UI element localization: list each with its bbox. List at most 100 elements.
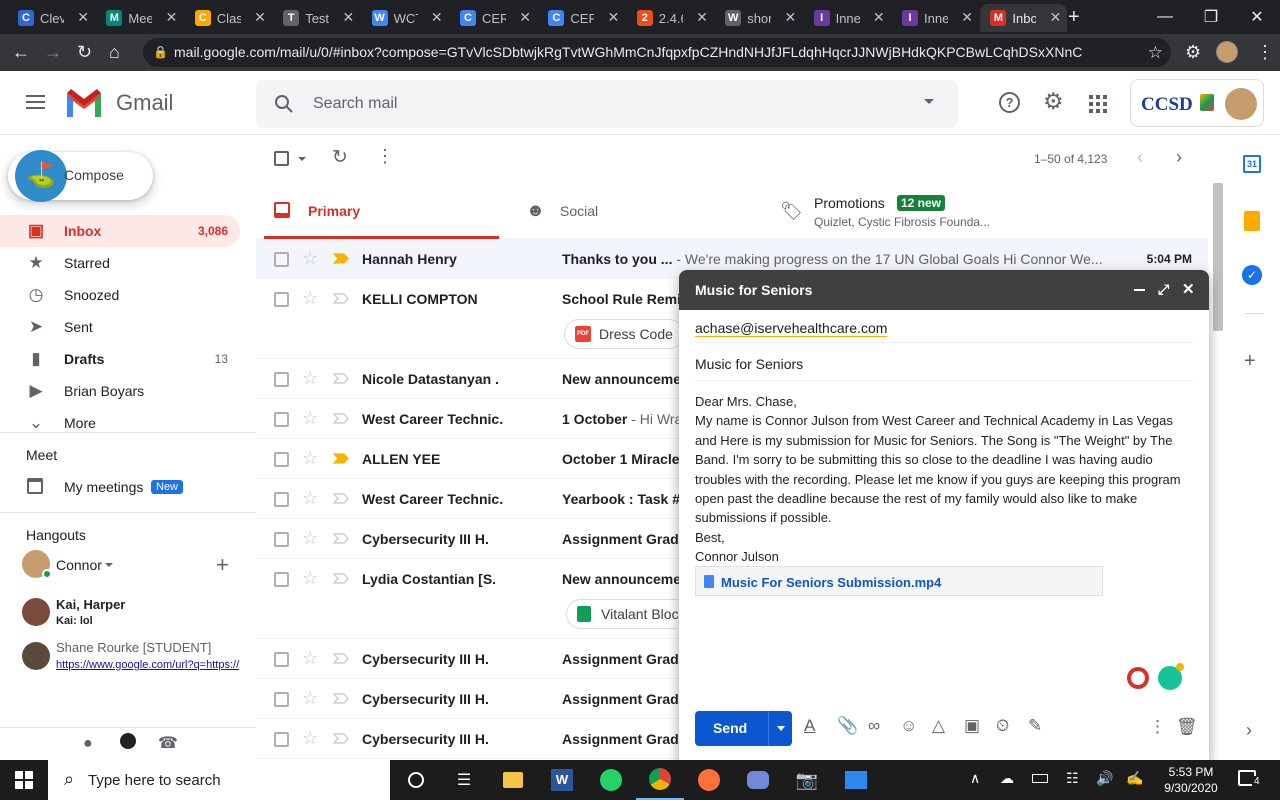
attach-file-icon[interactable]: 📎: [837, 716, 858, 736]
tray-overflow-icon[interactable]: ∧: [970, 770, 980, 787]
sidebar-item-snoozed[interactable]: ◷ Snoozed: [0, 279, 240, 311]
whatsapp-icon[interactable]: [587, 760, 635, 800]
get-addons-icon[interactable]: +: [1244, 350, 1256, 373]
importance-marker-icon[interactable]: [333, 493, 349, 504]
address-bar[interactable]: 🔒 mail.google.com/mail/u/0/#inbox?compos…: [143, 38, 1171, 67]
importance-marker-icon[interactable]: [333, 253, 349, 264]
contacts-tab-icon[interactable]: ●: [83, 735, 93, 753]
restore-window-button[interactable]: ❐: [1188, 0, 1234, 34]
chat-preview-link[interactable]: https://www.google.com/url?q=https://: [56, 659, 240, 671]
profile-avatar[interactable]: [1216, 41, 1238, 63]
prev-page-icon[interactable]: ‹: [1137, 147, 1143, 168]
compose-button[interactable]: ⛳ Compose: [8, 150, 153, 202]
row-checkbox[interactable]: [274, 452, 289, 467]
forward-icon[interactable]: →: [44, 42, 62, 63]
hangouts-user[interactable]: Connor +: [22, 550, 242, 580]
close-tab-icon[interactable]: ✕: [166, 9, 178, 26]
row-checkbox[interactable]: [274, 292, 289, 307]
clock[interactable]: 5:53 PM 9/30/2020: [1158, 764, 1224, 796]
row-checkbox[interactable]: [274, 532, 289, 547]
firefox-app-icon[interactable]: [685, 760, 733, 800]
volume-icon[interactable]: 🔊: [1096, 770, 1113, 787]
row-checkbox[interactable]: [274, 692, 289, 707]
close-tab-icon[interactable]: ✕: [873, 9, 885, 26]
browser-tab[interactable]: C CER ✕: [450, 4, 537, 32]
tab-primary[interactable]: Primary: [264, 185, 499, 239]
my-meetings-item[interactable]: My meetings New: [0, 475, 240, 499]
row-checkbox[interactable]: [274, 572, 289, 587]
search-input[interactable]: Search mail: [313, 95, 397, 113]
star-icon[interactable]: ☆: [302, 408, 318, 429]
insert-photo-icon[interactable]: ▣: [964, 716, 980, 736]
taskbar-search[interactable]: ⌕ Type here to search: [48, 760, 390, 800]
attachment-preview-chip[interactable]: PDF Dress Code: [564, 319, 684, 349]
calendar-app-icon[interactable]: 31: [1243, 155, 1261, 173]
importance-marker-icon[interactable]: [333, 653, 349, 664]
extensions-icon[interactable]: ⚙: [1185, 42, 1201, 63]
hangouts-chat[interactable]: Shane Rourke [STUDENT] https://www.googl…: [22, 639, 242, 673]
back-icon[interactable]: ←: [12, 42, 30, 63]
start-button[interactable]: [0, 760, 48, 800]
sidebar-item-more[interactable]: ⌄ More: [0, 407, 240, 439]
recipient-chip[interactable]: achase@iservehealthcare.com: [695, 320, 888, 337]
action-center-icon[interactable]: 4: [1238, 770, 1262, 787]
close-tab-icon[interactable]: ✕: [77, 9, 89, 26]
browser-tab[interactable]: 2 2.4.6 ✕: [627, 4, 714, 32]
search-bar[interactable]: Search mail: [256, 80, 958, 128]
close-tab-icon[interactable]: ✕: [784, 9, 796, 26]
taskbar-search-input[interactable]: Type here to search: [88, 772, 221, 789]
help-icon[interactable]: ?: [999, 92, 1020, 113]
close-window-button[interactable]: ✕: [1234, 0, 1280, 34]
main-scrollbar-thumb[interactable]: [1213, 183, 1223, 331]
reload-icon[interactable]: ↻: [77, 42, 92, 63]
pen-workspace-icon[interactable]: ✍: [1126, 770, 1143, 787]
sidebar-item-inbox[interactable]: ▣ Inbox 3,086: [0, 215, 240, 247]
schedule-send-dropdown-icon[interactable]: [768, 711, 792, 746]
browser-tab[interactable]: C CER ✕: [538, 4, 625, 32]
star-icon[interactable]: ☆: [302, 568, 318, 589]
close-compose-icon[interactable]: ✕: [1182, 280, 1195, 298]
bookmark-star-icon[interactable]: ☆: [1148, 38, 1163, 67]
star-icon[interactable]: ☆: [302, 688, 318, 709]
attachment-name[interactable]: Music For Seniors Submission.mp4: [721, 575, 941, 590]
star-icon[interactable]: ☆: [302, 488, 318, 509]
apps-grid-icon[interactable]: [1089, 95, 1107, 113]
close-tab-icon[interactable]: ✕: [696, 9, 708, 26]
tab-promotions[interactable]: 🏷 Promotions 12 new Quizlet, Cystic Fibr…: [770, 185, 1205, 239]
star-icon[interactable]: ☆: [302, 248, 318, 269]
cortana-icon[interactable]: [392, 760, 440, 800]
star-icon[interactable]: ☆: [302, 728, 318, 749]
attachment-preview-chip[interactable]: Vitalant Bloc: [566, 599, 690, 629]
browser-tab[interactable]: W WCT ✕: [362, 4, 449, 32]
browser-tab[interactable]: C Clas ✕: [185, 4, 272, 32]
row-checkbox[interactable]: [274, 652, 289, 667]
importance-marker-icon[interactable]: [333, 693, 349, 704]
row-checkbox[interactable]: [274, 252, 289, 267]
discord-app-icon[interactable]: [734, 760, 782, 800]
photos-app-icon[interactable]: [832, 760, 880, 800]
browser-tab[interactable]: T Test ✕: [273, 4, 360, 32]
chrome-menu-icon[interactable]: ⋮: [1256, 42, 1274, 63]
add-chat-icon[interactable]: +: [216, 552, 229, 578]
browser-tab[interactable]: M Mee ✕: [96, 4, 183, 32]
minimize-window-button[interactable]: —: [1142, 0, 1188, 34]
subject-field[interactable]: Music for Seniors: [695, 343, 1193, 381]
row-checkbox[interactable]: [274, 372, 289, 387]
importance-marker-icon[interactable]: [333, 413, 349, 424]
importance-marker-icon[interactable]: [333, 293, 349, 304]
row-checkbox[interactable]: [274, 412, 289, 427]
discard-draft-icon[interactable]: 🗑: [1176, 717, 1198, 737]
signature-icon[interactable]: ✎: [1028, 716, 1042, 736]
browser-tab[interactable]: I Inne ✕: [892, 4, 979, 32]
file-explorer-icon[interactable]: [489, 760, 537, 800]
main-menu-icon[interactable]: [26, 95, 45, 109]
to-field[interactable]: achase@iservehealthcare.com: [695, 310, 1193, 343]
confidential-mode-icon[interactable]: ⏲: [996, 716, 1009, 736]
insert-emoji-icon[interactable]: ☺: [900, 716, 917, 736]
chrome-app-icon[interactable]: [636, 760, 684, 800]
browser-tab[interactable]: Wshor ✕: [715, 4, 802, 32]
importance-marker-icon[interactable]: [333, 373, 349, 384]
close-tab-icon[interactable]: ✕: [1050, 9, 1062, 26]
sidebar-item-starred[interactable]: ★ Starred: [0, 247, 240, 279]
drive-icon[interactable]: △: [932, 716, 945, 736]
